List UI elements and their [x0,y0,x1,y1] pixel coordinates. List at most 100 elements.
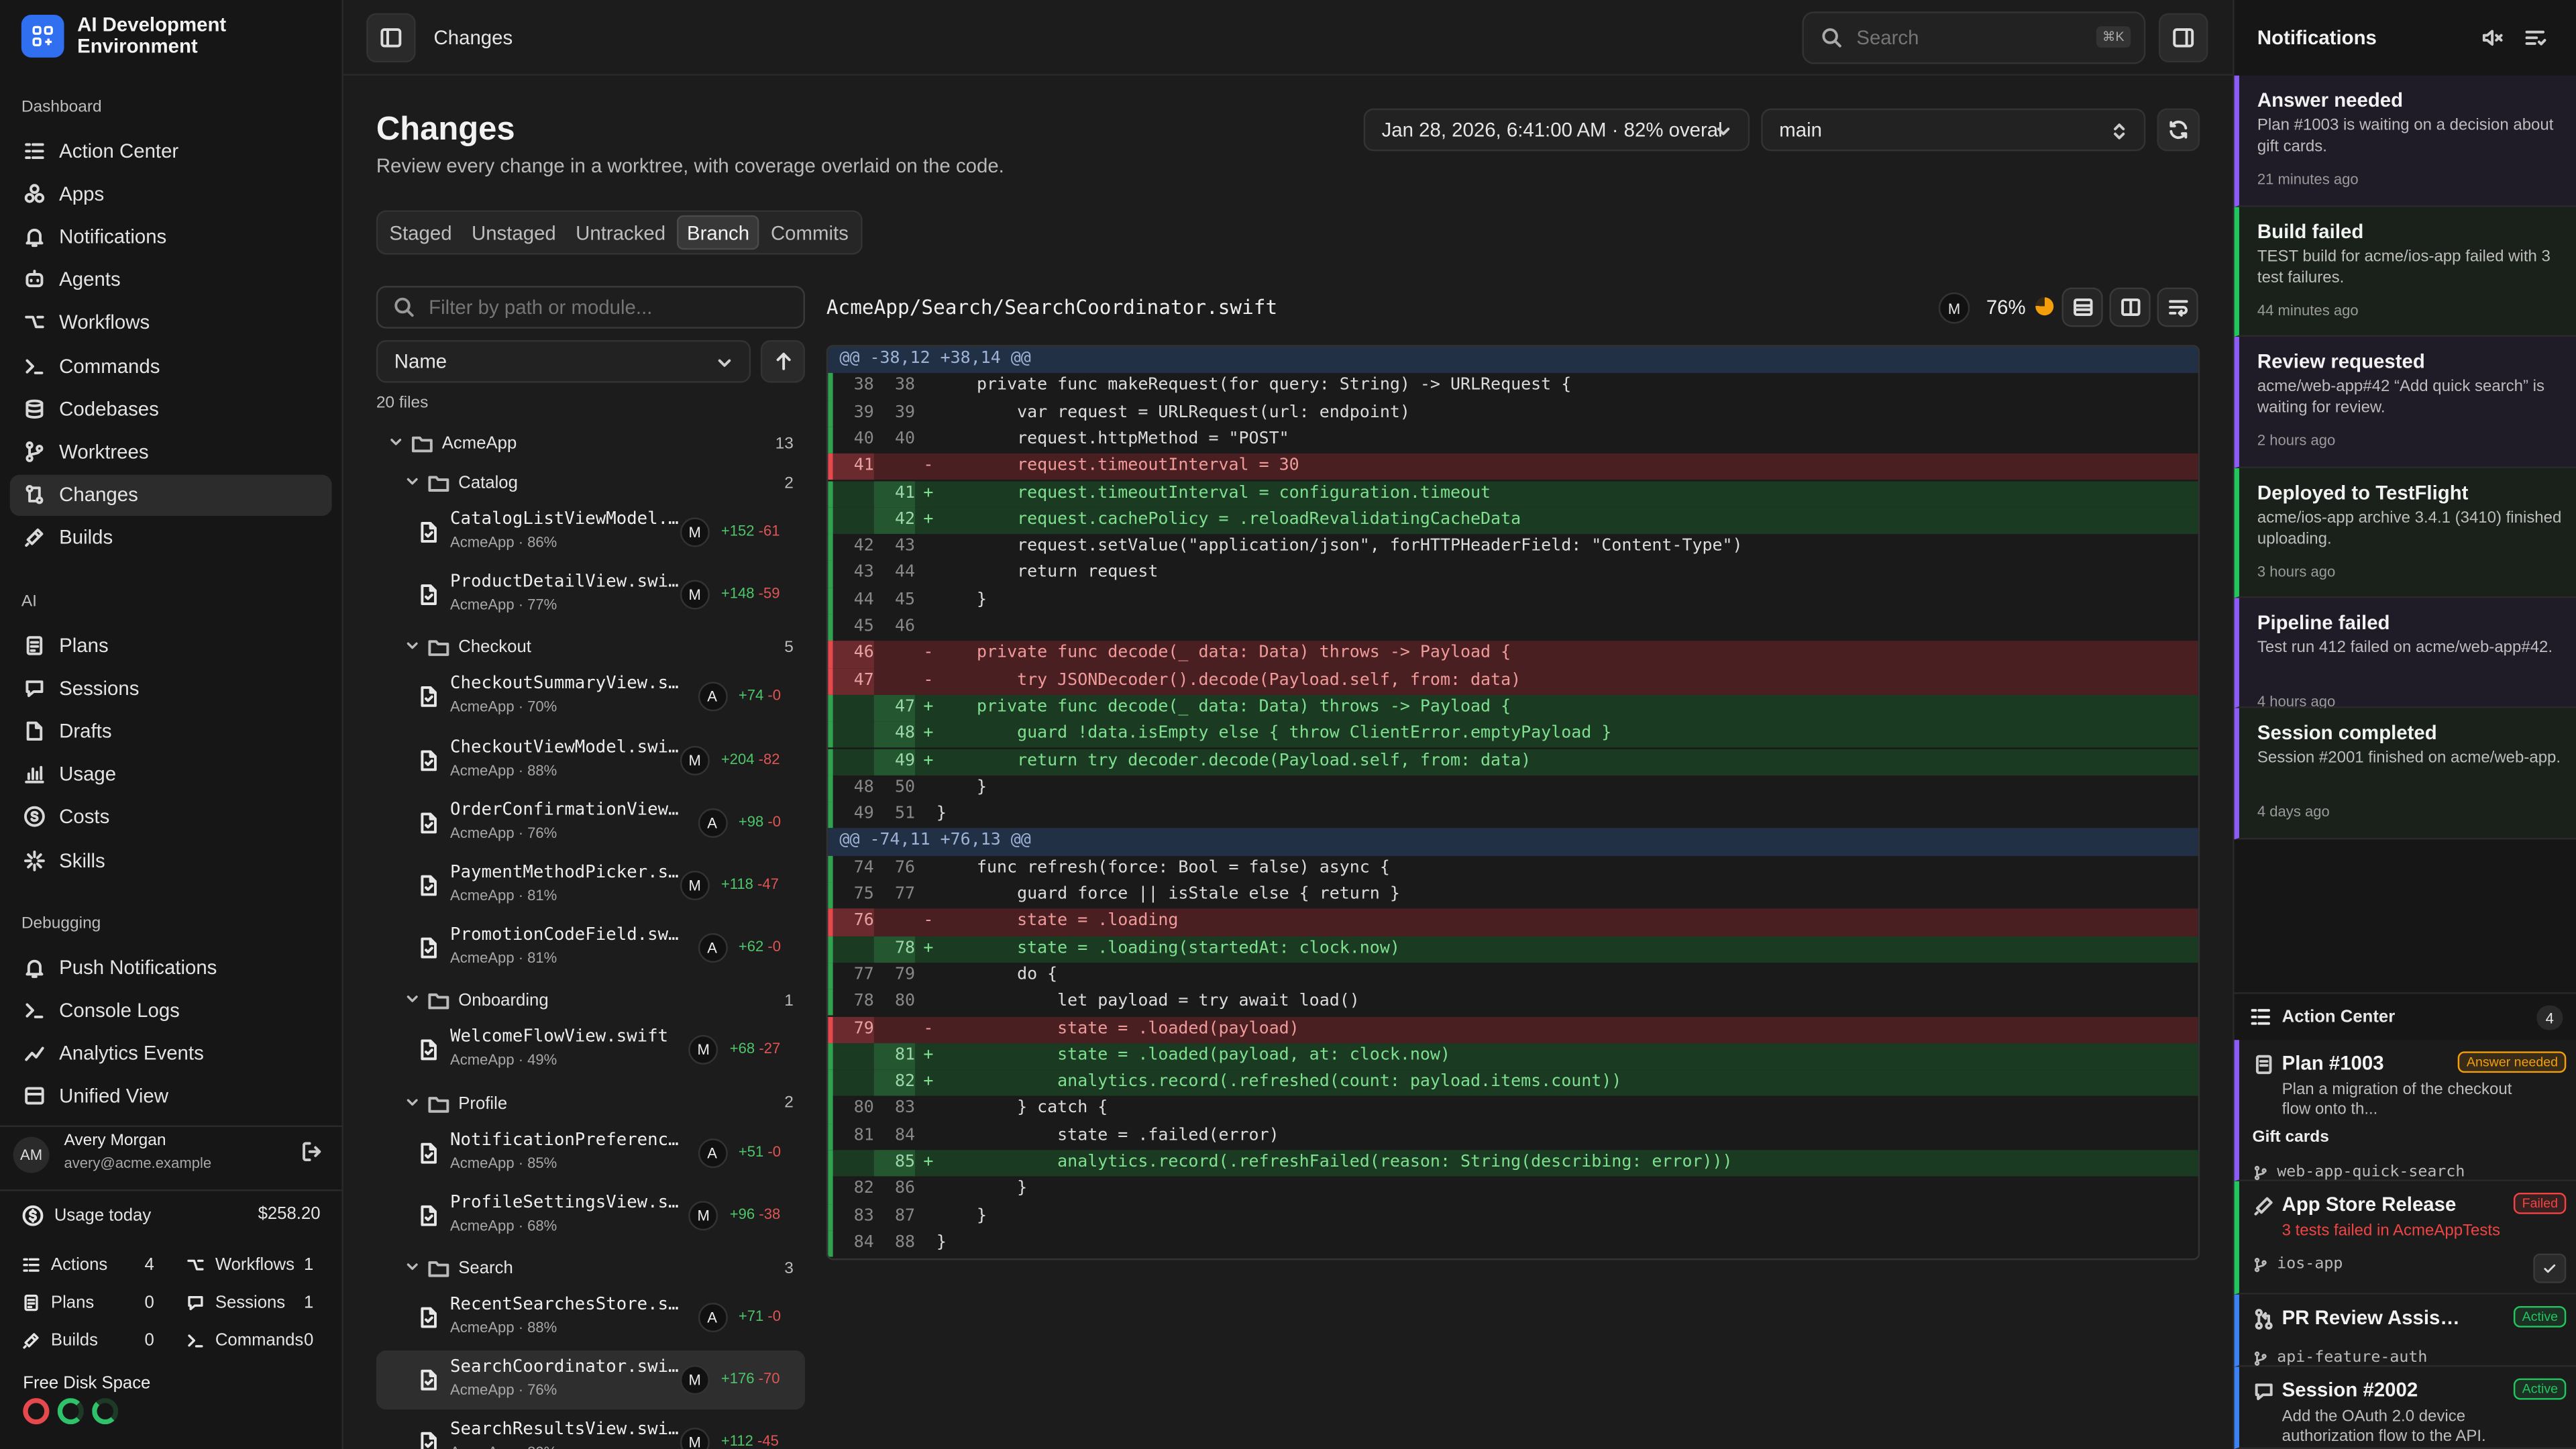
coverage-bar [828,480,833,508]
notification-pipeline-failed[interactable]: Pipeline failed Test run 412 failed on ac… [2234,598,2576,710]
wrap-lines-button[interactable] [2157,287,2198,327]
folder-search[interactable]: Search 3 [376,1250,805,1287]
file-row[interactable]: PaymentMethodPicker.swift AcmeApp · 81% M +… [376,856,805,915]
sidebar-item-apps[interactable]: Apps [10,173,332,214]
user-profile[interactable]: AM Avery Morgan avery@acme.example [0,1125,343,1181]
code-text: try JSONDecoder().decode(Payload.self, f… [936,671,1521,690]
code-text: request.httpMethod = "POST" [936,430,1289,449]
notification-review-requested[interactable]: Review requested acme/web-app#42 “Add qui… [2234,337,2576,468]
folder-name: Checkout [458,638,531,658]
file-row[interactable]: SearchCoordinator.swift AcmeApp · 76% M +17… [376,1350,806,1410]
tab-branch[interactable]: Branch [677,215,759,250]
lines-added: +112 [720,1433,753,1449]
sidebar-item-label: Commands [59,354,160,378]
sidebar-item-console-logs[interactable]: Console Logs [10,989,332,1030]
sidebar-item-commands[interactable]: Commands [10,345,332,386]
sidebar-item-worktrees[interactable]: Worktrees [10,431,332,472]
app-brand[interactable]: AI Development Environment [21,14,274,58]
mark-all-read-icon[interactable] [2524,26,2546,49]
sidebar-item-sessions[interactable]: Sessions [10,667,332,708]
codebases-icon [23,397,46,420]
diff-line-added: 85 + analytics.record(.refreshFailed(reas… [828,1150,2198,1177]
action-session-2002[interactable]: Session #2002 Active Add the OAuth 2.0 dev… [2234,1366,2576,1449]
code-text: analytics.record(.refreshFailed(reason: … [936,1153,1733,1172]
sidebar-item-usage[interactable]: Usage [10,753,332,794]
file-row[interactable]: RecentSearchesStore.swift AcmeApp · 88% A +… [376,1288,805,1347]
avatar: AM [13,1136,50,1173]
sidebar-item-analytics-events[interactable]: Analytics Events [10,1032,332,1073]
diff-sign: + [923,938,934,957]
breadcrumb: Changes [433,26,513,50]
file-row[interactable]: CatalogListViewModel.swift AcmeApp · 86% M… [376,502,805,561]
sidebar-item-notifications[interactable]: Notifications [10,216,332,257]
folder-onboarding[interactable]: Onboarding 1 [376,983,805,1019]
sidebar-item-skills[interactable]: Skills [10,839,332,880]
action-plan-1003[interactable]: Plan #1003 Answer needed Plan a migration … [2234,1040,2576,1181]
sidebar-item-codebases[interactable]: Codebases [10,388,332,429]
diff-sign: - [923,457,934,476]
status-badge: Active [2514,1378,2567,1400]
sidebar-item-push-notifications[interactable]: Push Notifications [10,947,332,987]
sort-select[interactable]: Name [376,339,751,383]
mute-icon[interactable] [2481,26,2504,49]
branch-select[interactable]: main [1761,108,2146,152]
notification-deployed-to-testflight[interactable]: Deployed to TestFlight acme/ios-app archi… [2234,468,2576,598]
sidebar-item-plans[interactable]: Plans [10,625,332,665]
folder-catalog[interactable]: Catalog 2 [376,465,805,501]
file-row[interactable]: OrderConfirmationView.swift AcmeApp · 76%… [376,793,805,852]
sidebar-item-changes[interactable]: Changes [9,474,332,515]
file-row[interactable]: CheckoutSummaryView.swift AcmeApp · 70% A +… [376,667,805,727]
file-row[interactable]: NotificationPreferences.swift AcmeApp · 8… [376,1123,805,1182]
global-search[interactable]: ⌘K [1802,11,2146,64]
tab-staged[interactable]: Staged [381,215,460,250]
logout-icon[interactable] [301,1140,323,1163]
refresh-button[interactable] [2157,108,2200,152]
coverage-bar [828,935,833,963]
sidebar-item-unified-view[interactable]: Unified View [10,1075,332,1116]
tab-commits[interactable]: Commits [763,215,857,250]
search-input[interactable] [1856,26,2087,50]
folder-profile[interactable]: Profile 2 [376,1085,805,1122]
sidebar-item-action-center[interactable]: Action Center [10,129,332,170]
notification-session-completed[interactable]: Session completed Session #2001 finished … [2234,708,2576,840]
usage-row-value: 4 [144,1255,154,1275]
folder-checkout[interactable]: Checkout 5 [376,630,805,666]
folder-acmeapp[interactable]: AcmeApp 13 [376,425,805,462]
snapshot-select[interactable]: Jan 28, 2026, 6:41:00 AM · 82% overal [1363,108,1750,152]
toggle-right-panel-button[interactable] [2158,13,2208,63]
file-row[interactable]: SearchResultsView.swift AcmeApp · 80% M +11… [376,1413,805,1449]
notification-answer-needed[interactable]: Answer needed Plan #1003 is waiting on a … [2234,75,2576,207]
file-filter[interactable] [376,286,806,329]
action-pr-review-assistant-4[interactable]: PR Review Assistant #4... Active api-featu… [2234,1294,2576,1367]
action-center-title: Action Center [2282,1006,2396,1026]
chevron-down-icon [1712,120,1735,143]
code-text: var request = URLRequest(url: endpoint) [936,403,1410,422]
action-center-count: 4 [2536,1005,2563,1030]
file-row[interactable]: ProfileSettingsView.swift AcmeApp · 68% M +… [376,1186,805,1245]
sidebar-item-drafts[interactable]: Drafts [10,710,332,751]
toggle-sidebar-button[interactable] [366,13,416,63]
tab-unstaged[interactable]: Unstaged [464,215,564,250]
action-app-store-release[interactable]: App Store Release Failed 3 tests failed in… [2234,1181,2576,1295]
action-center-header[interactable]: Action Center 4 [2234,992,2576,1038]
file-row[interactable]: CheckoutViewModel.swift AcmeApp · 88% M +20… [376,731,805,790]
tab-untracked[interactable]: Untracked [568,215,674,250]
file-module-coverage: AcmeApp · 77% [450,596,557,613]
sidebar-item-costs[interactable]: Costs [10,796,332,837]
file-row[interactable]: PromotionCodeField.swift AcmeApp · 81% A +6… [376,918,805,977]
filter-input[interactable] [429,295,790,319]
sidebar-item-agents[interactable]: Agents [10,259,332,300]
sidebar-item-workflows[interactable]: Workflows [10,302,332,343]
sidebar-item-builds[interactable]: Builds [10,517,332,558]
sort-direction-button[interactable] [760,339,806,383]
usage-row-label: Workflows [215,1255,294,1275]
file-row[interactable]: ProductDetailView.swift AcmeApp · 77% M +14… [376,566,805,625]
acknowledge-button[interactable] [2533,1253,2567,1283]
split-view-button[interactable] [2109,287,2151,327]
notification-build-failed[interactable]: Build failed TEST build for acme/ios-app … [2234,207,2576,337]
sidebar-item-label: Push Notifications [59,955,217,979]
unified-view-button[interactable] [2061,287,2103,327]
file-row[interactable]: WelcomeFlowView.swift AcmeApp · 49% M +68 -… [376,1021,805,1080]
sidebar-item-label: Plans [59,633,109,657]
page-subtitle: Review every change in a worktree, with … [376,154,1004,178]
